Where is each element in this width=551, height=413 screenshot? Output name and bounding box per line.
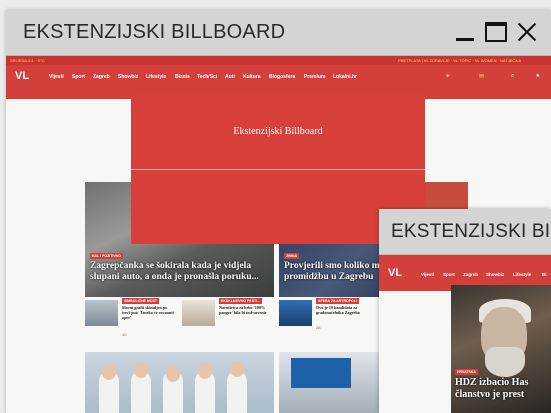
window-titlebar[interactable]: EKSTENZIJSKI BILLBOARD: [379, 209, 551, 255]
nav-lokalni[interactable]: Lokalni.hr: [333, 74, 357, 80]
small-item-title[interactable]: Naruširica za bebe '100% panger' bila bi…: [219, 305, 273, 315]
small-item-thumb[interactable]: [85, 300, 118, 326]
nav-zagreb[interactable]: Zagreb: [463, 272, 478, 277]
desktop: EKSTENZIJSKI BILLBOARD SRIJEDA 4.4. · 0°…: [0, 0, 551, 413]
comment-icon[interactable]: ✉: [479, 73, 484, 80]
stage-screen: [291, 358, 351, 388]
small-item-title[interactable]: Slavni grafit skinuljen po treći put: 'I…: [122, 305, 176, 320]
search-icon[interactable]: ⌕: [511, 73, 514, 80]
person-head: [166, 366, 180, 382]
window-titlebar[interactable]: EKSTENZIJSKI BILLBOARD: [6, 10, 551, 56]
person-figure: [227, 371, 247, 413]
comment-count: 10: [122, 332, 127, 337]
small-item-thumb[interactable]: [182, 300, 215, 326]
nav-lifestyle[interactable]: Lifestyle: [146, 74, 166, 80]
user-icon[interactable]: ●: [536, 73, 540, 79]
nav-showbiz[interactable]: Showbiz: [486, 272, 504, 277]
close-icon[interactable]: [516, 21, 538, 43]
hero-headline[interactable]: HDZ izbacio Has članstvo je prest: [455, 377, 551, 401]
nav-sport[interactable]: Sport: [443, 272, 455, 277]
top-links[interactable]: PRETPLATA | VL ZDRAVLJE · VL TOPIC · VL …: [398, 58, 521, 63]
nav-zagreb[interactable]: Zagreb: [93, 74, 110, 80]
nav-kultura[interactable]: Kultura: [243, 74, 261, 80]
hero-left-tag: BAL I POZITIVNO: [90, 253, 123, 259]
hero-headline-line-1: HDZ izbacio Has: [455, 377, 529, 388]
nav-biznis[interactable]: Biznis: [175, 74, 190, 80]
nav-vijesti[interactable]: Vijesti: [49, 74, 64, 80]
hero-tag: HRVATSKA: [455, 369, 478, 375]
small-item-tag: SIMBOLIČNE MOST: [122, 298, 160, 304]
billboard-divider: [131, 169, 425, 170]
small-item-title[interactable]: Ovo je 10 kandidata za gradonačelnika Za…: [316, 305, 370, 315]
site-logo[interactable]: VL: [388, 267, 402, 279]
nav-auti[interactable]: Auti: [225, 74, 235, 80]
hero-left-headline[interactable]: Zagrepčanka se šokirala kada je vidjela …: [90, 261, 270, 283]
nav-vijesti[interactable]: Vijesti: [421, 272, 434, 277]
group-photo[interactable]: [85, 352, 274, 413]
window-title: EKSTENZIJSKI BILLBOARD: [391, 221, 551, 242]
stage-photo[interactable]: [279, 352, 389, 413]
hero-headline-line-2: članstvo je prest: [455, 389, 525, 400]
nav-bi[interactable]: Bi: [542, 272, 547, 277]
person-head: [102, 364, 116, 380]
nav-techsci[interactable]: Tech/Sci: [197, 74, 217, 80]
person-head: [198, 363, 212, 379]
nav-showbiz[interactable]: Showbiz: [118, 74, 138, 80]
small-item-tag: AFERA ZA ARTROPOLI: [316, 298, 359, 304]
nav-sport[interactable]: Sport: [72, 74, 85, 80]
minimize-icon[interactable]: [454, 21, 476, 43]
comment-count: 28: [316, 325, 321, 330]
person-head: [134, 362, 148, 378]
nav-lifestyle[interactable]: Lifestyle: [513, 272, 531, 277]
window-ekstenzijski-billboard-2: EKSTENZIJSKI BILLBOARD VL Vijesti Sport …: [379, 209, 551, 413]
billboard-label: Ekstenzijski Billboard: [233, 126, 323, 137]
hero-right-tag: ZIMNA: [284, 253, 300, 259]
portrait-beard: [485, 347, 525, 377]
maximize-icon[interactable]: [485, 22, 507, 42]
window-title: EKSTENZIJSKI BILLBOARD: [23, 21, 286, 43]
weather-icon[interactable]: ☀: [445, 73, 450, 80]
date-weather: SRIJEDA 4.4. · 0°C: [10, 58, 45, 63]
site-topline: SRIJEDA 4.4. · 0°C PRETPLATA | VL ZDRAVL…: [6, 56, 551, 65]
site-logo[interactable]: VL: [15, 70, 29, 82]
small-item-tag: EKSKLUZIVNO PESTI...: [219, 298, 263, 304]
small-item-thumb[interactable]: [279, 300, 312, 326]
nav-blogosfera[interactable]: Blogosfera: [269, 74, 295, 80]
nav-premium[interactable]: Premium: [304, 74, 325, 80]
person-head: [230, 361, 244, 377]
